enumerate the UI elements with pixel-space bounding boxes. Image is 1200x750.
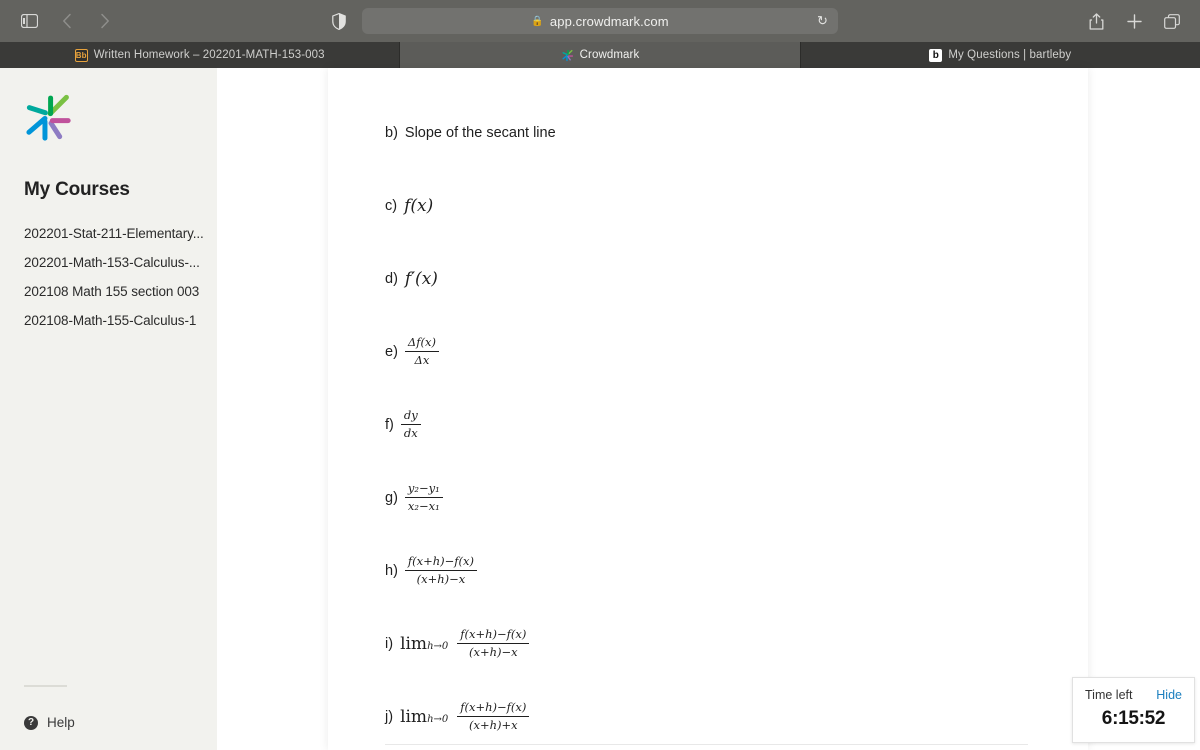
question-fraction: Δf(x) Δx (404, 335, 439, 367)
limit-subscript: h→0 (427, 640, 449, 652)
tab-bartleby[interactable]: b My Questions | bartleby (800, 42, 1200, 68)
question-label: c) (385, 197, 398, 214)
bartleby-icon: b (929, 48, 943, 62)
fraction-denominator: dx (403, 426, 418, 440)
content-divider (385, 744, 1028, 745)
browser-actions (1084, 0, 1190, 42)
tab-label: Crowdmark (579, 49, 640, 61)
time-left-widget: Time left Hide 6:15:52 (1072, 677, 1195, 743)
fraction-denominator: (x+h)−x (416, 572, 466, 586)
limit-operator: lim h→0 (400, 634, 448, 654)
limit-operator: lim h→0 (400, 707, 448, 727)
question-label: g) (385, 489, 398, 506)
fraction-numerator: dy (400, 408, 421, 425)
question-item-i: i) lim h→0 f(x+h)−f(x) (x+h)−x (385, 607, 1088, 680)
question-item-g: g) y₂−y₁ x₂−x₁ (385, 461, 1088, 534)
reload-icon[interactable]: ↻ (817, 13, 828, 29)
tab-label: My Questions | bartleby (948, 49, 1072, 61)
hide-timer-button[interactable]: Hide (1156, 688, 1182, 702)
crowdmark-logo[interactable] (0, 68, 217, 149)
assessment-card: b) Slope of the secant line c) f(x) d) f… (328, 68, 1088, 750)
sidebar-item-course-4[interactable]: 202108-Math-155-Calculus-1 (24, 306, 217, 335)
sidebar-toggle-icon[interactable] (12, 8, 46, 34)
back-icon[interactable] (50, 8, 84, 34)
question-math: f(x) (404, 195, 434, 216)
time-left-label: Time left (1085, 688, 1133, 702)
question-label: i) (385, 635, 394, 652)
help-link[interactable]: ? Help (24, 715, 75, 730)
browser-toolbar: 🔒 app.crowdmark.com ↻ (0, 0, 1200, 42)
question-text: Slope of the secant line (404, 124, 556, 141)
fraction-numerator: f(x+h)−f(x) (404, 554, 478, 571)
question-fraction: f(x+h)−f(x) (x+h)−x (457, 627, 530, 659)
crowdmark-logo-icon (561, 49, 574, 62)
address-bar[interactable]: 🔒 app.crowdmark.com ↻ (362, 8, 838, 34)
course-list: 202201-Stat-211-Elementary... 202201-Mat… (0, 201, 217, 335)
help-label: Help (47, 715, 75, 730)
fraction-denominator: Δx (414, 353, 430, 367)
share-icon[interactable] (1084, 8, 1108, 34)
question-label: h) (385, 562, 398, 579)
question-list: b) Slope of the secant line c) f(x) d) f… (328, 68, 1088, 750)
time-left-value: 6:15:52 (1101, 708, 1166, 729)
timer-header: Time left Hide (1085, 688, 1182, 702)
tab-crowdmark[interactable]: Crowdmark (400, 42, 801, 68)
tab-label: Written Homework – 202201-MATH-153-003 (93, 49, 325, 61)
question-label: e) (385, 343, 398, 360)
limit-symbol: lim (400, 706, 428, 727)
tab-overview-icon[interactable] (1160, 8, 1184, 34)
question-fraction: f(x+h)−f(x) (x+h)−x (404, 554, 478, 586)
fraction-numerator: Δf(x) (404, 335, 439, 352)
sidebar-item-course-1[interactable]: 202201-Stat-211-Elementary... (24, 219, 217, 248)
tab-strip: Bb Written Homework – 202201-MATH-153-00… (0, 42, 1200, 68)
sidebar-item-course-3[interactable]: 202108 Math 155 section 003 (24, 277, 217, 306)
new-tab-icon[interactable] (1122, 8, 1146, 34)
limit-symbol: lim (400, 633, 428, 654)
forward-icon[interactable] (88, 8, 122, 34)
page-body: My Courses 202201-Stat-211-Elementary...… (0, 68, 1200, 750)
question-label: j) (385, 708, 394, 725)
question-item-b: b) Slope of the secant line (385, 96, 1088, 169)
question-label: b) (385, 124, 398, 141)
question-item-c: c) f(x) (385, 169, 1088, 242)
sidebar-divider (24, 685, 67, 687)
page-title: My Courses (24, 179, 130, 200)
fraction-denominator: x₂−x₁ (407, 499, 440, 513)
limit-subscript: h→0 (427, 713, 449, 725)
fraction-denominator: (x+h)+x (468, 718, 518, 732)
question-item-h: h) f(x+h)−f(x) (x+h)−x (385, 534, 1088, 607)
question-item-j: j) lim h→0 f(x+h)−f(x) (x+h)+x (385, 680, 1088, 750)
question-fraction: f(x+h)−f(x) (x+h)+x (457, 700, 530, 732)
question-fraction: y₂−y₁ x₂−x₁ (404, 481, 443, 513)
lock-icon: 🔒 (531, 15, 544, 27)
question-label: d) (385, 270, 398, 287)
question-label: f) (385, 416, 394, 433)
tab-written-homework[interactable]: Bb Written Homework – 202201-MATH-153-00… (0, 42, 401, 68)
sidebar: My Courses 202201-Stat-211-Elementary...… (0, 68, 217, 750)
question-circle-icon: ? (24, 715, 38, 730)
question-fraction: dy dx (400, 408, 421, 440)
address-bar-url: app.crowdmark.com (549, 13, 669, 29)
blackboard-icon: Bb (74, 48, 88, 62)
content-area: b) Slope of the secant line c) f(x) d) f… (217, 68, 1200, 750)
question-item-e: e) Δf(x) Δx (385, 315, 1088, 388)
sidebar-item-course-2[interactable]: 202201-Math-153-Calculus-... (24, 248, 217, 277)
fraction-numerator: f(x+h)−f(x) (457, 627, 530, 644)
browser-nav-controls (0, 8, 122, 34)
fraction-numerator: y₂−y₁ (404, 481, 443, 498)
privacy-shield-icon[interactable] (332, 12, 346, 30)
question-math: f′(x) (404, 268, 438, 289)
question-item-d: d) f′(x) (385, 242, 1088, 315)
question-item-f: f) dy dx (385, 388, 1088, 461)
fraction-denominator: (x+h)−x (468, 645, 518, 659)
fraction-numerator: f(x+h)−f(x) (457, 700, 530, 717)
